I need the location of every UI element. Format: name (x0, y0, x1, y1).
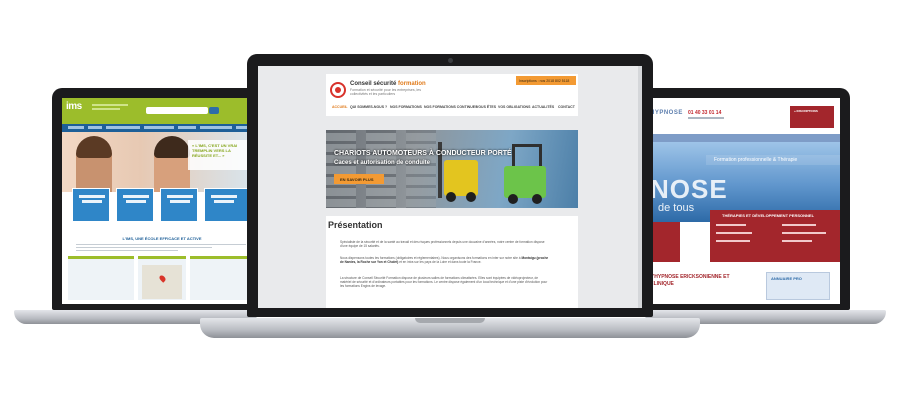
hypnose-nav-bar[interactable] (644, 134, 840, 142)
laptop-lid-notch (415, 318, 485, 323)
cs-main-nav: ACCUEIL QUI SOMMES-NOUS ? NOS FORMATIONS… (326, 103, 578, 112)
ims-content-columns (68, 256, 254, 300)
forklift-wheel (466, 192, 476, 202)
warehouse-shelf (366, 130, 396, 208)
yellow-forklift (444, 160, 478, 196)
ims-tagline-line (92, 108, 120, 110)
ims-program-tiles (70, 188, 254, 222)
hypnose-footer-title: L'HYPNOSE ERICKSONIENNE ET CLINIQUE (650, 274, 730, 287)
ims-nav-item[interactable] (88, 126, 102, 129)
nav-item-accueil[interactable]: ACCUEIL (332, 105, 348, 109)
ims-website-screen: ims « L'IMS, C'EST UN VRAI TREMPLIN VERS… (62, 98, 258, 304)
hypnose-website-screen: HYPNOSE 01 40 33 01 14 » INSCRIPTIONS Fo… (644, 98, 840, 304)
ims-program-tile[interactable] (72, 188, 110, 222)
hypnose-therapy-card[interactable]: THÉRAPIES ET DÉVELOPPEMENT PERSONNEL (710, 210, 840, 262)
hypnose-header: HYPNOSE 01 40 33 01 14 » INSCRIPTIONS (644, 98, 840, 134)
page-scrollbar[interactable] (638, 66, 642, 308)
ims-map[interactable] (142, 265, 182, 299)
hypnose-banner-strip: Formation professionnelle & Thérapie (706, 155, 840, 165)
hypnose-banner-big-text: NOSE (650, 174, 728, 204)
conseil-securite-website-screen: Conseil sécurité formation Formation et … (258, 66, 642, 308)
cs-register-banner[interactable]: Inscriptions : nos 2018 802 5118 (516, 76, 576, 85)
nav-item-nos-formations[interactable]: NOS FORMATIONS (390, 105, 422, 109)
forklift-wheel (532, 194, 542, 204)
hypnose-banner-small-text: de tous (658, 202, 695, 214)
cs-brand-tagline: Formation et sécurité pour les entrepris… (350, 88, 422, 96)
cs-brand-name[interactable]: Conseil sécurité formation (350, 81, 426, 87)
ims-program-tile[interactable] (160, 188, 198, 222)
ims-nav-item[interactable] (178, 126, 196, 129)
cs-hero-title: CHARIOTS AUTOMOTEURS À CONDUCTEUR PORTÉ (334, 150, 512, 157)
ims-headline: L'IMS, UNE ÉCOLE EFFICACE ET ACTIVE (122, 236, 202, 241)
hypnose-email-line (688, 117, 724, 119)
ims-column (68, 256, 134, 300)
ims-column (138, 256, 186, 300)
ims-column (190, 256, 254, 300)
ims-nav-item[interactable] (106, 126, 140, 129)
ims-nav-item[interactable] (200, 126, 232, 129)
cs-section-title: Présentation (328, 220, 383, 230)
ims-tagline-line (92, 104, 128, 106)
ims-header: ims (62, 98, 258, 124)
cs-header: Conseil sécurité formation Formation et … (326, 74, 578, 116)
nav-item-vos-obligations[interactable]: VOS OBLIGATIONS (498, 105, 530, 109)
nav-item-contact[interactable]: CONTACT (558, 105, 575, 109)
nav-item-formations-continues[interactable]: NOS FORMATIONS CONTINUES (424, 105, 477, 109)
green-forklift-cab (512, 144, 542, 168)
hypnose-register-button[interactable]: » INSCRIPTIONS (790, 106, 834, 128)
ims-search-button[interactable] (209, 107, 219, 114)
cs-paragraph: La structure de Conseil Sécurité Formati… (340, 276, 548, 289)
warehouse-shelf (406, 130, 436, 208)
learn-more-button[interactable]: EN SAVOIR PLUS (334, 174, 384, 184)
hypnose-directory-box[interactable]: ANNUAIRE PRO (766, 272, 830, 300)
mockup-stage: ims « L'IMS, C'EST UN VRAI TREMPLIN VERS… (0, 0, 900, 405)
hypnose-logo[interactable]: HYPNOSE (650, 110, 683, 116)
green-forklift (504, 166, 546, 198)
ims-nav-item[interactable] (68, 126, 84, 129)
hypnose-phone[interactable]: 01 40 33 01 14 (688, 110, 721, 116)
nav-item-actualites[interactable]: ACTUALITÉS (532, 105, 554, 109)
cs-paragraph: Nous dispensons toutes les formations (o… (340, 256, 549, 265)
hypnose-card-title: THÉRAPIES ET DÉVELOPPEMENT PERSONNEL (722, 213, 815, 218)
cs-hero-subtitle: Caces et autorisation de conduite (334, 160, 431, 166)
laptop-center-base (200, 318, 700, 338)
ims-intro-text (76, 244, 246, 252)
cs-logo-icon[interactable] (330, 82, 346, 98)
ims-hero-quote: « L'IMS, C'EST UN VRAI TREMPLIN VERS LA … (188, 140, 248, 170)
webcam-icon (448, 58, 453, 63)
forklift-wheel (446, 192, 456, 202)
map-pin-icon (158, 274, 167, 283)
ims-nav-bar (62, 124, 258, 132)
nav-item-vous-etes[interactable]: VOUS ÊTES (476, 105, 496, 109)
nav-item-qui-sommes-nous[interactable]: QUI SOMMES-NOUS ? (350, 105, 387, 109)
cs-presentation-section: Présentation Spécialiste de la sécurité … (326, 216, 578, 308)
cs-page: Conseil sécurité formation Formation et … (258, 66, 642, 308)
warehouse-shelf (326, 130, 356, 208)
cs-hero-banner: CHARIOTS AUTOMOTEURS À CONDUCTEUR PORTÉ … (326, 130, 578, 208)
ims-search-input[interactable] (146, 107, 208, 114)
forklift-wheel (508, 194, 518, 204)
ims-logo[interactable]: ims (66, 101, 88, 119)
cs-paragraph: Spécialiste de la sécurité et de la sant… (340, 240, 545, 249)
ims-program-tile[interactable] (116, 188, 154, 222)
ims-nav-item[interactable] (144, 126, 174, 129)
